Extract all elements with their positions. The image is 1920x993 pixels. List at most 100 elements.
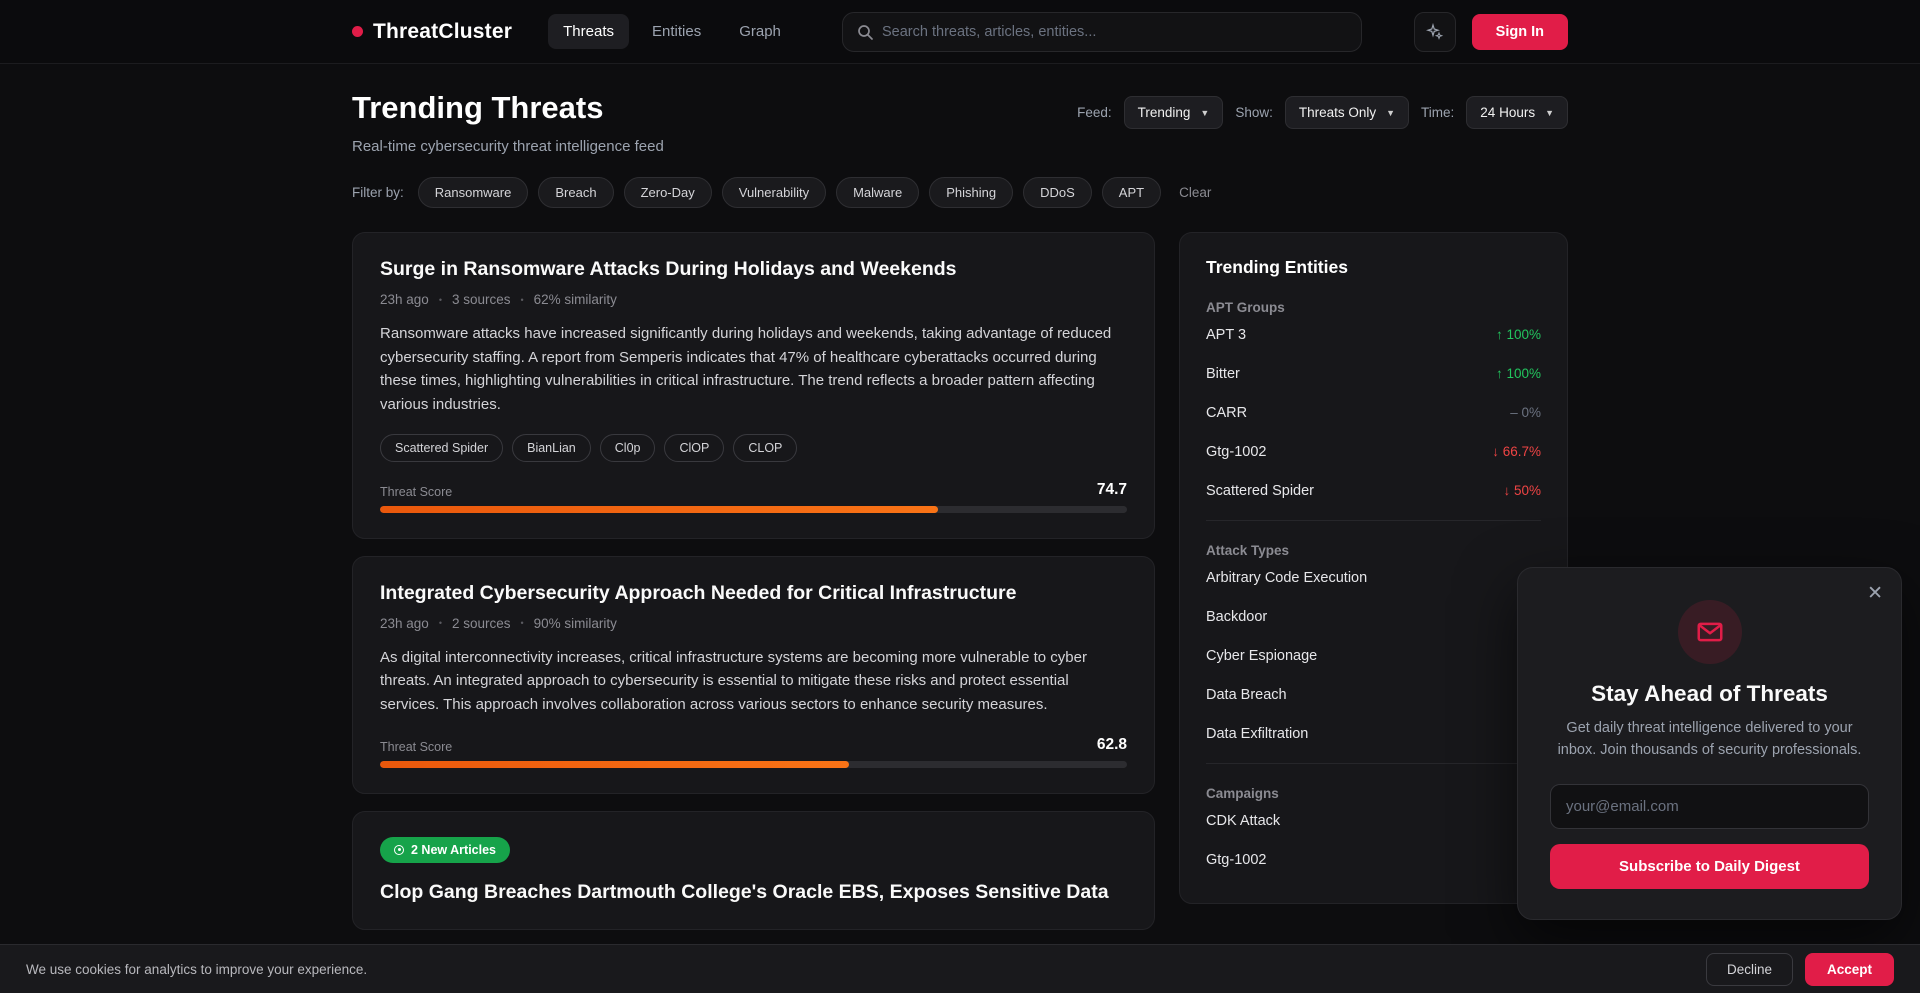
entity-tag[interactable]: Cl0p bbox=[600, 434, 656, 462]
filter-by-label: Filter by: bbox=[352, 185, 404, 200]
filter-chip-ddos[interactable]: DDoS bbox=[1023, 177, 1092, 208]
section-heading-attack-types: Attack Types bbox=[1206, 543, 1541, 558]
threat-meta: 23h ago • 3 sources • 62% similarity bbox=[380, 292, 1127, 307]
filter-chip-vulnerability[interactable]: Vulnerability bbox=[722, 177, 826, 208]
decline-button[interactable]: Decline bbox=[1706, 953, 1793, 986]
entity-name[interactable]: CDK Attack bbox=[1206, 813, 1280, 829]
filter-chip-ransomware[interactable]: Ransomware bbox=[418, 177, 529, 208]
threat-score-bar-fill bbox=[380, 506, 938, 513]
threat-description: As digital interconnectivity increases, … bbox=[380, 646, 1127, 717]
envelope-icon bbox=[1695, 617, 1725, 647]
chevron-down-icon: ▼ bbox=[1200, 108, 1209, 118]
entity-row: Bitter ↑ 100% bbox=[1206, 354, 1541, 393]
entity-tag[interactable]: CLOP bbox=[733, 434, 797, 462]
entity-name[interactable]: Gtg-1002 bbox=[1206, 444, 1266, 460]
meta-dot-icon: • bbox=[439, 618, 442, 628]
entity-row: Backdoor ↓ 5 bbox=[1206, 597, 1541, 636]
entity-trend: ↑ 100% bbox=[1496, 327, 1541, 342]
entity-name[interactable]: Data Exfiltration bbox=[1206, 726, 1308, 742]
threat-score-value: 62.8 bbox=[1097, 736, 1127, 754]
entity-row: Arbitrary Code Execution – bbox=[1206, 558, 1541, 597]
mail-icon-circle bbox=[1678, 600, 1742, 664]
search-bar[interactable] bbox=[842, 12, 1362, 52]
filter-chip-apt[interactable]: APT bbox=[1102, 177, 1161, 208]
entity-name[interactable]: APT 3 bbox=[1206, 327, 1246, 343]
sparkles-icon bbox=[1426, 23, 1444, 41]
entity-trend: – 0% bbox=[1510, 405, 1541, 420]
entity-row: Gtg-1002 ↓ 66.7% bbox=[1206, 432, 1541, 471]
entity-row: Cyber Espionage – bbox=[1206, 636, 1541, 675]
entity-row: CDK Attack ↑ 10 bbox=[1206, 801, 1541, 840]
entity-trend: ↓ 50% bbox=[1503, 483, 1541, 498]
entity-tag[interactable]: BianLian bbox=[512, 434, 591, 462]
entity-name[interactable]: Data Breach bbox=[1206, 687, 1287, 703]
trending-entities-title: Trending Entities bbox=[1206, 257, 1541, 278]
section-heading-apt-groups: APT Groups bbox=[1206, 300, 1541, 315]
entity-name[interactable]: Bitter bbox=[1206, 366, 1240, 382]
threat-title[interactable]: Surge in Ransomware Attacks During Holid… bbox=[380, 258, 1127, 281]
threat-card[interactable]: 2 New Articles Clop Gang Breaches Dartmo… bbox=[352, 811, 1155, 930]
filter-chip-phishing[interactable]: Phishing bbox=[929, 177, 1013, 208]
chevron-down-icon: ▼ bbox=[1545, 108, 1554, 118]
entity-name[interactable]: Arbitrary Code Execution bbox=[1206, 570, 1367, 586]
entity-trend: ↑ 100% bbox=[1496, 366, 1541, 381]
nav-item-entities[interactable]: Entities bbox=[637, 14, 716, 49]
entity-tag[interactable]: ClOP bbox=[664, 434, 724, 462]
threat-age: 23h ago bbox=[380, 616, 429, 631]
search-icon bbox=[857, 24, 873, 40]
entity-row: APT 3 ↑ 100% bbox=[1206, 315, 1541, 354]
cookie-actions: Decline Accept bbox=[1706, 953, 1894, 986]
threat-similarity: 62% similarity bbox=[534, 292, 617, 307]
ai-sparkles-button[interactable] bbox=[1414, 12, 1456, 52]
entity-name[interactable]: Scattered Spider bbox=[1206, 483, 1314, 499]
entity-name[interactable]: Cyber Espionage bbox=[1206, 648, 1317, 664]
brand[interactable]: ThreatCluster bbox=[352, 20, 512, 44]
entity-tag[interactable]: Scattered Spider bbox=[380, 434, 503, 462]
entity-row: Scattered Spider ↓ 50% bbox=[1206, 471, 1541, 510]
entity-name[interactable]: CARR bbox=[1206, 405, 1247, 421]
target-dot-icon bbox=[394, 845, 404, 855]
search-input[interactable] bbox=[882, 24, 1347, 40]
threat-card[interactable]: Integrated Cybersecurity Approach Needed… bbox=[352, 556, 1155, 794]
threat-card[interactable]: Surge in Ransomware Attacks During Holid… bbox=[352, 232, 1155, 539]
filter-chip-malware[interactable]: Malware bbox=[836, 177, 919, 208]
threat-feed: Surge in Ransomware Attacks During Holid… bbox=[352, 232, 1155, 930]
threat-score-row: Threat Score 62.8 bbox=[380, 736, 1127, 754]
newsletter-email-input[interactable] bbox=[1550, 784, 1869, 829]
entity-name[interactable]: Backdoor bbox=[1206, 609, 1267, 625]
entity-name[interactable]: Gtg-1002 bbox=[1206, 852, 1266, 868]
threat-title[interactable]: Integrated Cybersecurity Approach Needed… bbox=[380, 582, 1127, 605]
sign-in-button[interactable]: Sign In bbox=[1472, 14, 1568, 50]
subscribe-button[interactable]: Subscribe to Daily Digest bbox=[1550, 844, 1869, 889]
clear-filters-link[interactable]: Clear bbox=[1179, 185, 1211, 200]
threat-description: Ransomware attacks have increased signif… bbox=[380, 322, 1127, 417]
show-select[interactable]: Threats Only ▼ bbox=[1285, 96, 1409, 129]
section-heading-campaigns: Campaigns bbox=[1206, 786, 1541, 801]
page-header-text: Trending Threats Real-time cybersecurity… bbox=[352, 90, 664, 155]
time-label: Time: bbox=[1421, 105, 1454, 120]
show-select-value: Threats Only bbox=[1299, 105, 1376, 120]
threat-meta: 23h ago • 2 sources • 90% similarity bbox=[380, 616, 1127, 631]
nav-item-threats[interactable]: Threats bbox=[548, 14, 629, 49]
close-icon[interactable]: ✕ bbox=[1867, 582, 1883, 605]
newsletter-body: Get daily threat intelligence delivered … bbox=[1550, 718, 1869, 762]
accept-button[interactable]: Accept bbox=[1805, 953, 1894, 986]
meta-dot-icon: • bbox=[439, 295, 442, 305]
meta-dot-icon: • bbox=[521, 295, 524, 305]
cookie-message: We use cookies for analytics to improve … bbox=[26, 962, 367, 977]
brand-name: ThreatCluster bbox=[373, 20, 512, 44]
filter-chip-zero-day[interactable]: Zero-Day bbox=[624, 177, 712, 208]
threat-title[interactable]: Clop Gang Breaches Dartmouth College's O… bbox=[380, 881, 1127, 904]
time-select-value: 24 Hours bbox=[1480, 105, 1535, 120]
threat-sources: 3 sources bbox=[452, 292, 511, 307]
threat-sources: 2 sources bbox=[452, 616, 511, 631]
meta-dot-icon: • bbox=[521, 618, 524, 628]
time-select[interactable]: 24 Hours ▼ bbox=[1466, 96, 1568, 129]
feed-select[interactable]: Trending ▼ bbox=[1124, 96, 1224, 129]
nav-item-graph[interactable]: Graph bbox=[724, 14, 796, 49]
entity-row: Data Breach – bbox=[1206, 675, 1541, 714]
entity-row: CARR – 0% bbox=[1206, 393, 1541, 432]
filter-chip-breach[interactable]: Breach bbox=[538, 177, 613, 208]
nav-right: Sign In bbox=[1414, 12, 1568, 52]
entity-tags: Scattered Spider BianLian Cl0p ClOP CLOP bbox=[380, 434, 1127, 462]
